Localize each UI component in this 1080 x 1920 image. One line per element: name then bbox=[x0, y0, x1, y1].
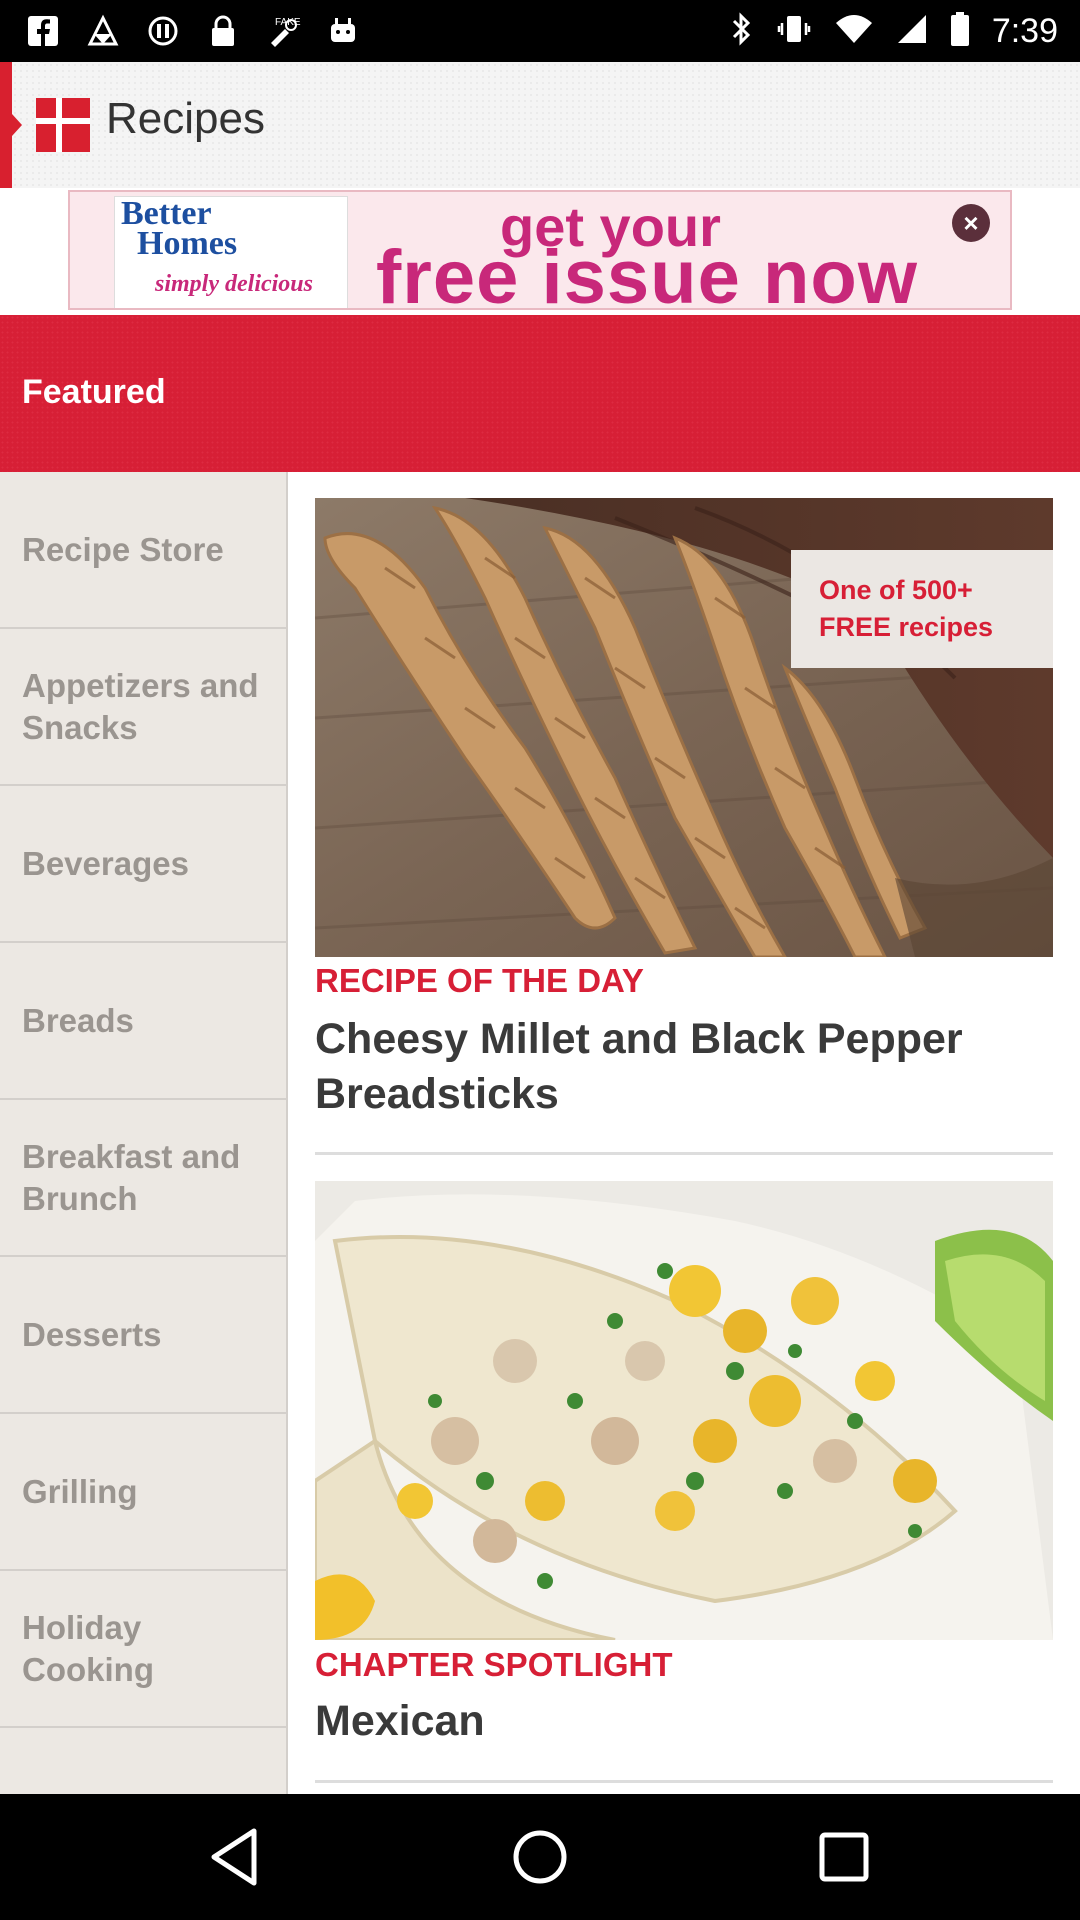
featured-header: Featured bbox=[0, 315, 1080, 472]
app-bar: Recipes bbox=[0, 62, 1080, 188]
ad-area: Better Homes simply delicious get your f… bbox=[0, 188, 1080, 315]
facebook-icon bbox=[24, 12, 62, 50]
tacos-image[interactable] bbox=[315, 1181, 1053, 1640]
app-logo-icon[interactable] bbox=[36, 98, 90, 152]
battery-icon bbox=[950, 11, 970, 52]
sidebar-item-label: Beverages bbox=[22, 844, 189, 882]
divider bbox=[315, 1780, 1053, 1783]
chapter-spotlight-label: CHAPTER SPOTLIGHT bbox=[315, 1646, 673, 1683]
gallery-icon bbox=[84, 12, 122, 50]
signal-icon bbox=[896, 13, 928, 50]
bluetooth-icon bbox=[730, 11, 754, 52]
ad-headline-bottom: free issue now bbox=[376, 235, 918, 310]
android-icon bbox=[324, 12, 362, 50]
navigation-bar bbox=[0, 1794, 1080, 1920]
wifi-icon bbox=[834, 13, 874, 50]
back-notch bbox=[12, 114, 22, 136]
category-sidebar: Recipe Store Appetizers and Snacks Bever… bbox=[0, 472, 288, 1794]
sidebar-item-label: Breakfast and Brunch bbox=[22, 1137, 241, 1217]
sidebar-item-label: Desserts bbox=[22, 1315, 162, 1353]
notification-icons: FAKE bbox=[24, 12, 362, 50]
lock-icon bbox=[204, 12, 242, 50]
ad-magazine-subtitle: simply delicious bbox=[155, 271, 313, 297]
promo-badge: One of 500+ FREE recipes bbox=[791, 550, 1053, 668]
svg-text:FAKE: FAKE bbox=[275, 17, 301, 28]
sidebar-item-holiday-cooking[interactable]: Holiday Cooking bbox=[0, 1571, 286, 1728]
sidebar-item-label: Grilling bbox=[22, 1472, 138, 1510]
ad-magazine-title: Better Homes bbox=[121, 195, 238, 262]
page-title: Recipes bbox=[106, 94, 265, 143]
sidebar-item-label: Holiday Cooking bbox=[22, 1608, 154, 1688]
sidebar-item-breads[interactable]: Breads bbox=[0, 943, 286, 1100]
featured-content: One of 500+ FREE recipes RECIPE OF THE D… bbox=[288, 472, 1080, 1794]
sidebar-item-label: Appetizers and Snacks bbox=[22, 666, 259, 746]
sidebar-item-recipe-store[interactable]: Recipe Store bbox=[0, 472, 286, 629]
sync-icon bbox=[144, 12, 182, 50]
sidebar-item-grilling[interactable]: Grilling bbox=[0, 1414, 286, 1571]
promo-text: One of 500+ FREE recipes bbox=[819, 575, 994, 642]
home-icon[interactable] bbox=[500, 1817, 580, 1897]
clock: 7:39 bbox=[991, 11, 1058, 50]
divider bbox=[315, 1152, 1053, 1155]
fake-gps-icon: FAKE bbox=[264, 12, 302, 50]
close-icon[interactable]: × bbox=[952, 204, 990, 242]
ad-magazine-cover: Better Homes simply delicious bbox=[114, 195, 348, 308]
breadsticks-image[interactable]: One of 500+ FREE recipes bbox=[315, 498, 1053, 957]
system-icons: 7:39 bbox=[730, 0, 1058, 62]
sidebar-item-breakfast-and-brunch[interactable]: Breakfast and Brunch bbox=[0, 1100, 286, 1257]
sidebar-item-label: Recipe Store bbox=[22, 530, 224, 568]
sidebar-item-beverages[interactable]: Beverages bbox=[0, 786, 286, 943]
sidebar-item-appetizers-and-snacks[interactable]: Appetizers and Snacks bbox=[0, 629, 286, 786]
recent-apps-icon[interactable] bbox=[804, 1817, 884, 1897]
recipe-title[interactable]: Cheesy Millet and Black Pepper Breadstic… bbox=[315, 1012, 1053, 1122]
sidebar-item-label: Breads bbox=[22, 1001, 134, 1039]
status-bar: FAKE 7:39 bbox=[0, 0, 1080, 62]
back-icon[interactable] bbox=[196, 1817, 276, 1897]
sidebar-item-more[interactable] bbox=[0, 1728, 286, 1794]
featured-label: Featured bbox=[22, 373, 166, 411]
vibrate-icon bbox=[776, 11, 812, 52]
sidebar-item-desserts[interactable]: Desserts bbox=[0, 1257, 286, 1414]
chapter-title[interactable]: Mexican bbox=[315, 1694, 1053, 1749]
recipe-of-the-day-label: RECIPE OF THE DAY bbox=[315, 962, 644, 999]
back-indicator[interactable] bbox=[0, 62, 12, 188]
ad-banner[interactable]: Better Homes simply delicious get your f… bbox=[68, 190, 1012, 310]
